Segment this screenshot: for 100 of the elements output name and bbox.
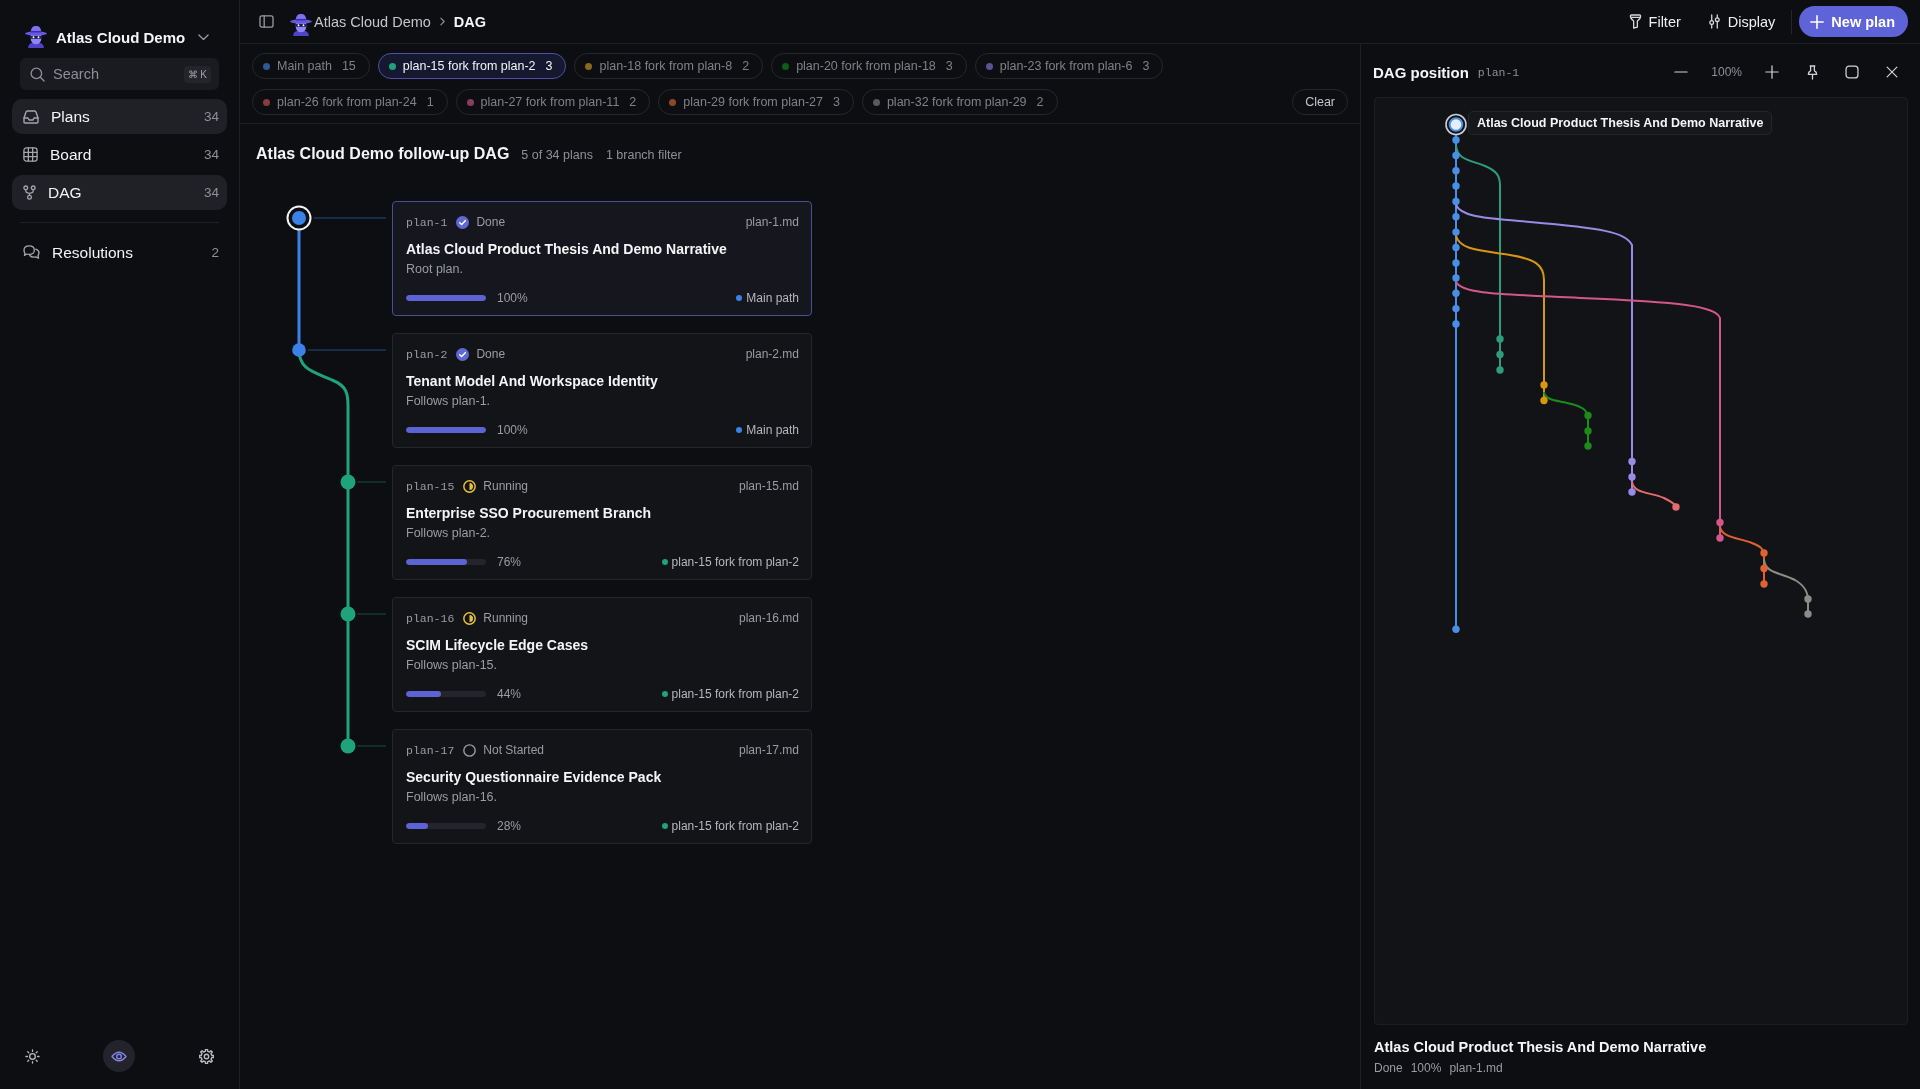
eye-icon [111, 1050, 127, 1062]
status-label: Done [476, 215, 506, 229]
plan-card[interactable]: plan-1 Done plan-1.md Atlas Cloud Product Thesis And Demo Narrative Root plan. 100% Main path [392, 201, 812, 316]
plan-title: Atlas Cloud Product Thesis And Demo Narrative [406, 240, 728, 258]
branch-filter-chip[interactable]: plan-15 fork from plan-2 3 [377, 53, 567, 79]
branch-icon [23, 185, 36, 200]
search-icon [30, 66, 45, 82]
empty-circle-icon [463, 743, 477, 757]
plan-description: Follows plan-2. [406, 525, 492, 542]
pin-icon [1805, 64, 1819, 80]
check-circle-icon [456, 215, 470, 229]
search-input[interactable]: Search [53, 64, 176, 84]
plus-icon [1765, 65, 1779, 79]
file-name: plan-1.md [745, 215, 799, 229]
plan-description: Follows plan-15. [406, 657, 498, 674]
zoom-level: 100% [1711, 65, 1742, 79]
plan-count: 3 [832, 95, 840, 109]
plan-title: Tenant Model And Workspace Identity [406, 372, 659, 390]
status-label: Running [483, 611, 528, 625]
preview-button[interactable] [103, 1040, 135, 1072]
branch-label: Main path [746, 291, 799, 305]
progress-percent: 44% [497, 687, 522, 701]
square-icon [1845, 65, 1859, 79]
nav-item[interactable]: Resolutions 2 [12, 235, 227, 270]
progress-percent: 100% [497, 291, 528, 305]
progress-percent: 100% [1410, 1060, 1442, 1076]
plan-count: 1 [426, 95, 434, 109]
plan-count: 2 [629, 95, 637, 109]
hat-mascot-icon [25, 26, 47, 48]
sun-icon [24, 1048, 40, 1064]
progress-percent: 100% [497, 423, 528, 437]
display-button[interactable]: Display [1699, 6, 1784, 37]
item-count: 2 [211, 245, 219, 260]
plan-description: Root plan. [406, 261, 464, 278]
plan-title: Security Questionnaire Evidence Pack [406, 768, 663, 786]
plan-id: plan-17 [406, 743, 455, 757]
plan-id: plan-1 [1477, 65, 1520, 79]
plan-title: Enterprise SSO Procurement Branch [406, 504, 653, 522]
file-name: plan-2.md [745, 347, 799, 361]
plan-card[interactable]: plan-17 Not Started plan-17.md Security Questionnaire Evidence Pack Follows plan-16. 28% plan-15 fork from plan-2 [392, 729, 812, 844]
minus-icon [1674, 71, 1689, 73]
plan-count: 2 [742, 59, 750, 73]
filter-count: 1 branch filter [605, 148, 682, 162]
close-icon [1886, 66, 1898, 78]
status-label: Done [476, 347, 506, 361]
file-name: plan-16.md [738, 611, 799, 625]
nav-item[interactable]: Plans 34 [12, 99, 227, 134]
plan-count: 5 of 34 plans [521, 148, 593, 162]
status-label: Done [1374, 1060, 1403, 1076]
filter-icon [1628, 14, 1642, 29]
item-count: 34 [203, 147, 219, 162]
progress-percent: 28% [497, 819, 522, 833]
plan-count: 3 [1142, 59, 1150, 73]
plan-card[interactable]: plan-16 Running plan-16.md SCIM Lifecycle Edge Cases Follows plan-15. 44% plan-15 fork from plan-2 [392, 597, 812, 712]
plan-id: plan-1 [406, 215, 448, 229]
plan-title: SCIM Lifecycle Edge Cases [406, 636, 590, 654]
file-name: plan-17.md [738, 743, 799, 757]
half-circle-icon [463, 479, 477, 493]
half-circle-icon [463, 611, 477, 625]
status-label: Running [483, 479, 528, 493]
file-name: plan-1.md [1449, 1060, 1503, 1076]
plan-description: Follows plan-1. [406, 393, 492, 410]
item-count: 34 [203, 109, 219, 124]
item-count: 34 [203, 185, 219, 200]
search-field[interactable]: Search ⌘ K [20, 58, 219, 90]
chat-bubbles-icon [23, 245, 40, 260]
plan-description: Follows plan-16. [406, 789, 498, 806]
branch-label: plan-15 fork from plan-2 [671, 819, 799, 833]
status-label: Not Started [483, 743, 544, 757]
selected-plan-title: Atlas Cloud Product Thesis And Demo Narrative [1373, 1038, 1708, 1056]
branch-label: Main path [746, 423, 799, 437]
filter-button[interactable]: Filter [1620, 6, 1689, 37]
nav-item[interactable]: DAG 34 [12, 175, 227, 210]
plan-id: plan-2 [406, 347, 448, 361]
plan-id: plan-15 [406, 479, 455, 493]
inbox-icon [23, 109, 39, 124]
panel-title: DAG position [1373, 63, 1469, 81]
sidebar-toggle-icon [259, 15, 274, 28]
shortcut-hint: ⌘ K [183, 65, 211, 83]
plus-icon [1810, 14, 1825, 29]
plan-count: 15 [341, 59, 356, 73]
breadcrumb-current: DAG [453, 13, 487, 30]
progress-percent: 76% [497, 555, 522, 569]
plan-count: 3 [545, 59, 553, 73]
sidebar-toggle-button[interactable] [259, 15, 274, 28]
new-plan-button[interactable]: New plan [1799, 6, 1908, 37]
chevron-right-icon [439, 17, 445, 26]
hat-mascot-icon [290, 13, 312, 36]
plan-count: 2 [1036, 95, 1044, 109]
plan-card[interactable]: plan-2 Done plan-2.md Tenant Model And Workspace Identity Follows plan-1. 100% Main path [392, 333, 812, 448]
grid-icon [23, 147, 38, 162]
plan-card[interactable]: plan-15 Running plan-15.md Enterprise SSO Procurement Branch Follows plan-2. 76% plan-15 fork from plan-2 [392, 465, 812, 580]
plan-count: 3 [945, 59, 953, 73]
plan-id: plan-16 [406, 611, 455, 625]
workspace-name[interactable]: Atlas Cloud Demo [56, 28, 186, 46]
breadcrumb-link[interactable]: Atlas Cloud Demo [314, 13, 431, 30]
dag-title: Atlas Cloud Demo follow-up DAG [256, 145, 510, 163]
file-name: plan-15.md [738, 479, 799, 493]
nav-item[interactable]: Board 34 [12, 137, 227, 172]
branch-label: plan-15 fork from plan-2 [671, 687, 799, 701]
